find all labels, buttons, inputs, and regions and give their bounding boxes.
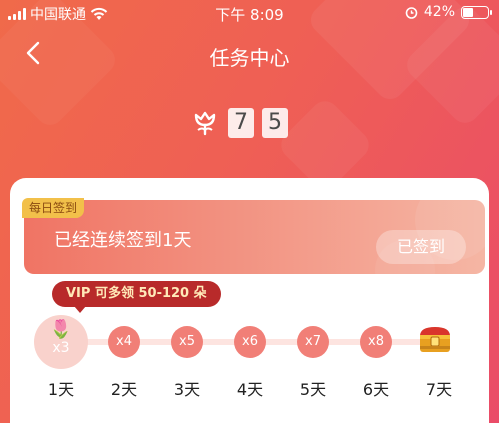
day-label: 5天 [299, 380, 327, 399]
battery-fill [463, 7, 473, 17]
signed-button[interactable]: 已签到 [376, 230, 466, 264]
day-label: 2天 [110, 380, 138, 399]
points-digit: 7 [228, 108, 254, 138]
day-label: 1天 [47, 380, 75, 399]
day-reward[interactable]: x4 [108, 326, 140, 358]
battery-icon [461, 5, 492, 19]
day-label: 4天 [236, 380, 264, 399]
status-bar: 中国联通 下午 8:09 42% [0, 0, 499, 26]
day-reward[interactable]: x7 [297, 326, 329, 358]
day-reward[interactable]: x5 [171, 326, 203, 358]
daily-checkin-tag: 每日签到 [22, 198, 85, 218]
flower-icon [194, 111, 216, 136]
vip-tip[interactable]: VIP 可多领 50-120 朵 [52, 281, 221, 313]
status-right: 42% [405, 4, 492, 20]
day-reward-current[interactable]: 🌷 x3 [34, 315, 88, 369]
points-digit: 5 [262, 108, 288, 138]
treasure-chest-icon[interactable] [418, 324, 452, 354]
day-label: 3天 [173, 380, 201, 399]
day-reward-text: x3 [52, 340, 70, 356]
day-label: 6天 [362, 380, 390, 399]
battery-percent: 42% [423, 4, 455, 20]
alarm-icon [405, 6, 418, 19]
streak-text: 已经连续签到1天 [54, 230, 192, 251]
points-display: 7 5 [190, 108, 288, 138]
day-reward[interactable]: x8 [360, 326, 392, 358]
flower-reward-icon: 🌷 [49, 319, 73, 340]
day-label: 7天 [425, 380, 453, 399]
page-title: 任务中心 [209, 46, 290, 70]
day-reward[interactable]: x6 [234, 326, 266, 358]
